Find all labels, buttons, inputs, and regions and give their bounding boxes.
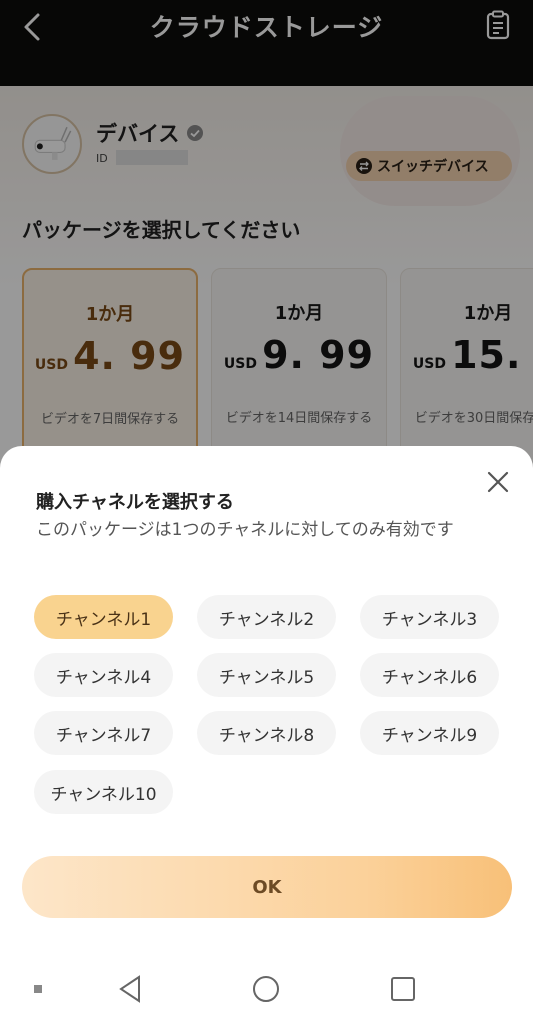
close-icon[interactable] (484, 468, 512, 496)
sheet-title: 購入チャネルを選択する (36, 492, 234, 513)
nav-indicator-icon (34, 985, 42, 993)
ok-button[interactable]: OK (22, 856, 512, 918)
channel-option-6[interactable]: チャンネル6 (360, 653, 499, 697)
system-recents-icon[interactable] (389, 975, 417, 1003)
channel-option-1[interactable]: チャンネル1 (34, 595, 173, 639)
sheet-subtitle: このパッケージは1つのチャネルに対してのみ有効です (36, 520, 454, 540)
channel-option-5[interactable]: チャンネル5 (197, 653, 336, 697)
channel-bottom-sheet: 購入チャネルを選択する このパッケージは1つのチャネルに対してのみ有効です チャ… (0, 446, 533, 1024)
system-home-icon[interactable] (252, 975, 280, 1003)
channel-option-7[interactable]: チャンネル7 (34, 711, 173, 755)
channel-option-9[interactable]: チャンネル9 (360, 711, 499, 755)
system-back-icon[interactable] (116, 974, 144, 1004)
channel-option-3[interactable]: チャンネル3 (360, 595, 499, 639)
channel-option-2[interactable]: チャンネル2 (197, 595, 336, 639)
channel-option-10[interactable]: チャンネル10 (34, 770, 173, 814)
cloud-storage-screen: クラウドストレージ デバイス ID スイッチデバイス パッケージを選択してくださ… (0, 0, 533, 1024)
channel-option-8[interactable]: チャンネル8 (197, 711, 336, 755)
channel-option-4[interactable]: チャンネル4 (34, 653, 173, 697)
